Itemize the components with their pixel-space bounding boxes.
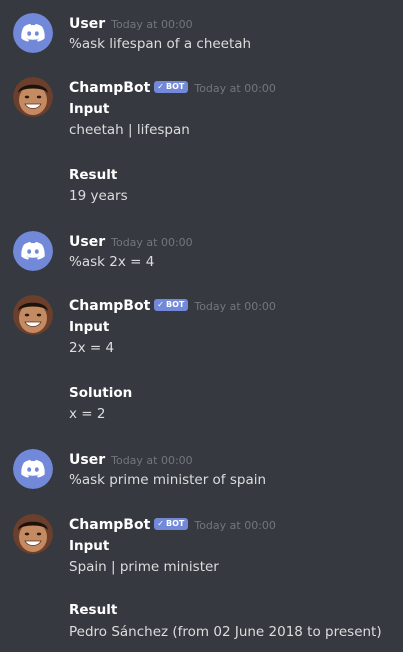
section-label: Result <box>69 602 118 618</box>
message-header: ChampBot ✓ BOT Today at 00:00 <box>69 77 276 97</box>
discord-logo-icon[interactable] <box>13 13 53 53</box>
message-header: ChampBot ✓ BOT Today at 00:00 <box>69 514 276 534</box>
section-value: Spain | prime minister <box>69 559 219 575</box>
section-value: 19 years <box>69 188 128 204</box>
username[interactable]: ChampBot <box>69 298 150 314</box>
timestamp: Today at 00:00 <box>194 300 276 313</box>
message-text: %ask lifespan of a cheetah <box>69 36 252 52</box>
section-value: 2x = 4 <box>69 340 115 356</box>
champbot-face-avatar[interactable] <box>13 514 53 554</box>
message-header: ChampBot ✓ BOT Today at 00:00 <box>69 295 276 315</box>
message-header: User Today at 00:00 <box>69 13 193 33</box>
chat-log: User Today at 00:00 %ask lifespan of a ch… <box>0 0 403 652</box>
section-label: Input <box>69 319 110 335</box>
timestamp: Today at 00:00 <box>194 519 276 532</box>
timestamp: Today at 00:00 <box>111 454 193 467</box>
discord-logo-icon[interactable] <box>13 449 53 489</box>
message-header: User Today at 00:00 <box>69 449 193 469</box>
checkmark-icon: ✓ <box>157 300 164 309</box>
checkmark-icon: ✓ <box>157 82 164 91</box>
section-label: Solution <box>69 385 133 401</box>
checkmark-icon: ✓ <box>157 519 164 528</box>
timestamp: Today at 00:00 <box>194 82 276 95</box>
section-label: Input <box>69 101 110 117</box>
message-text: %ask 2x = 4 <box>69 254 155 270</box>
section-value: Pedro Sánchez (from 02 June 2018 to pres… <box>69 624 382 640</box>
bot-tag: ✓ BOT <box>154 518 189 530</box>
username[interactable]: User <box>69 452 105 468</box>
timestamp: Today at 00:00 <box>111 236 193 249</box>
section-value: x = 2 <box>69 406 106 422</box>
champbot-face-avatar[interactable] <box>13 77 53 117</box>
champbot-face-avatar[interactable] <box>13 295 53 335</box>
message-text: %ask prime minister of spain <box>69 472 267 488</box>
section-value: cheetah | lifespan <box>69 122 190 138</box>
timestamp: Today at 00:00 <box>111 18 193 31</box>
section-label: Input <box>69 538 110 554</box>
bot-tag: ✓ BOT <box>154 299 189 311</box>
username[interactable]: ChampBot <box>69 517 150 533</box>
discord-logo-icon[interactable] <box>13 231 53 271</box>
username[interactable]: User <box>69 234 105 250</box>
username[interactable]: ChampBot <box>69 80 150 96</box>
section-label: Result <box>69 167 118 183</box>
bot-tag: ✓ BOT <box>154 81 189 93</box>
message-header: User Today at 00:00 <box>69 231 193 251</box>
username[interactable]: User <box>69 16 105 32</box>
